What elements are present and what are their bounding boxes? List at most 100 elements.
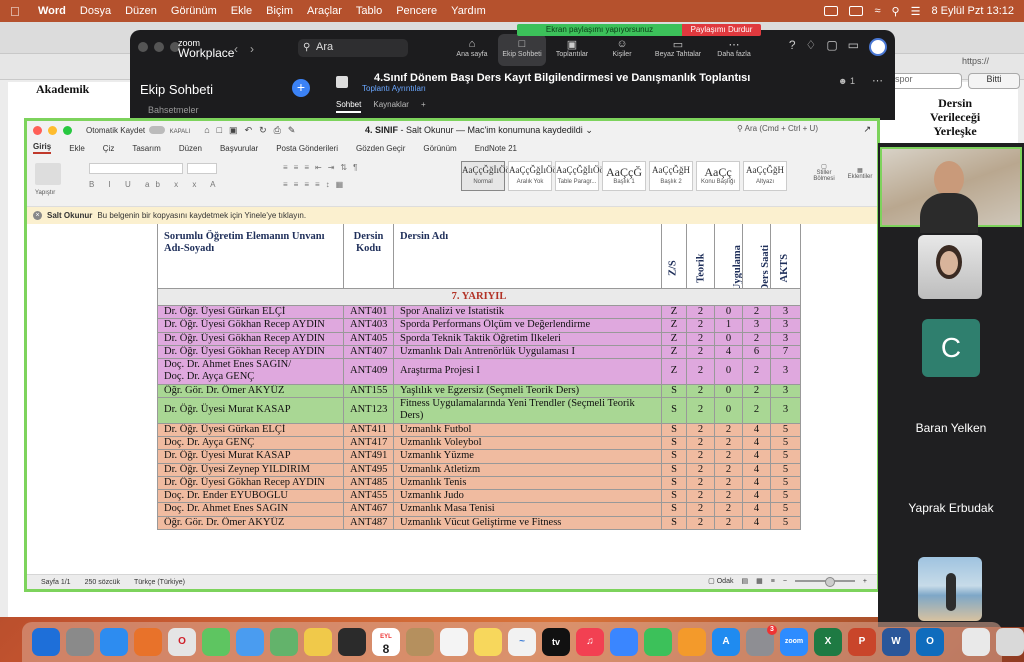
- menu-item-file[interactable]: Dosya: [80, 5, 111, 17]
- menu-item-tools[interactable]: Araçlar: [307, 5, 342, 17]
- style-title[interactable]: AaÇç Konu Başlığı: [696, 161, 740, 191]
- add-tab-icon[interactable]: +: [421, 100, 426, 113]
- align-buttons[interactable]: ≡≡≡≡↕▦: [283, 180, 349, 189]
- nav-home[interactable]: ⌂ Ana sayfa: [448, 34, 496, 66]
- word-search-input[interactable]: ⚲ Ara (Cmd + Ctrl + U): [737, 124, 818, 133]
- mail-icon[interactable]: [236, 628, 264, 656]
- language-indicator[interactable]: Türkçe (Türkiye): [134, 579, 185, 586]
- contacts-icon[interactable]: [406, 628, 434, 656]
- close-icon[interactable]: ×: [33, 211, 42, 220]
- keynote-icon[interactable]: [610, 628, 638, 656]
- meeting-details-link[interactable]: Toplantı Ayrıntıları: [362, 84, 426, 93]
- style-no-spacing[interactable]: AaÇçĞğİıÖö Aralık Yok: [508, 161, 557, 191]
- tab-references[interactable]: Başvurular: [220, 144, 258, 153]
- tab-draw[interactable]: Çiz: [103, 144, 115, 153]
- apple-tv-icon[interactable]: tv: [542, 628, 570, 656]
- menu-item-window[interactable]: Pencere: [396, 5, 437, 17]
- zoom-slider[interactable]: [794, 577, 855, 587]
- close-window-dot[interactable]: [138, 42, 148, 52]
- zoom-window-dot[interactable]: [63, 125, 72, 135]
- excel-icon[interactable]: X: [814, 628, 842, 656]
- tab-view[interactable]: Görünüm: [423, 144, 456, 153]
- bookmark-icon[interactable]: ▢: [826, 38, 837, 56]
- nav-more[interactable]: ⋯ Daha fazla: [710, 34, 758, 66]
- addins-button[interactable]: ▦ Eklentiler: [845, 167, 875, 180]
- participant-avatar-c[interactable]: C: [922, 319, 980, 377]
- word-icon[interactable]: W: [882, 628, 910, 656]
- paste-button[interactable]: [35, 163, 61, 185]
- search-icon[interactable]: ⚲: [892, 5, 900, 18]
- messages-icon[interactable]: [202, 628, 230, 656]
- photos-icon[interactable]: [304, 628, 332, 656]
- quick-access-icons[interactable]: ⌂□▣↶↻⎙✎: [204, 125, 302, 136]
- find-done-button[interactable]: Bitti: [968, 73, 1020, 89]
- participant-count[interactable]: ☻ 1: [838, 76, 855, 86]
- outlook-icon[interactable]: O: [916, 628, 944, 656]
- safari-icon[interactable]: [100, 628, 128, 656]
- tab-resources[interactable]: Kaynaklar: [373, 100, 409, 113]
- participant-photo[interactable]: [918, 235, 982, 299]
- mentions-item[interactable]: Bahsetmeler: [148, 105, 199, 115]
- menu-item-edit[interactable]: Düzen: [125, 5, 157, 17]
- music-icon[interactable]: ♫: [576, 628, 604, 656]
- menu-item-table[interactable]: Tablo: [356, 5, 382, 17]
- document-page[interactable]: Sorumlu Öğretim Elemanın Unvanı Adı-Soya…: [27, 224, 877, 574]
- zoom-status-icon[interactable]: [824, 6, 839, 16]
- outline-icon[interactable]: ≡: [771, 578, 775, 585]
- tab-layout[interactable]: Düzen: [179, 144, 202, 153]
- autosave-toggle[interactable]: Otomatik Kaydet KAPALI: [86, 126, 190, 135]
- freeform-icon[interactable]: ~: [508, 628, 536, 656]
- maps-icon[interactable]: [270, 628, 298, 656]
- pages-icon[interactable]: [678, 628, 706, 656]
- control-center-icon[interactable]: ☰: [911, 5, 921, 18]
- readonly-message[interactable]: Bu belgenin bir kopyasını kaydetmek için…: [97, 211, 306, 220]
- bell-icon[interactable]: ♢: [806, 38, 817, 56]
- numbers-icon[interactable]: [644, 628, 672, 656]
- menu-app-name[interactable]: Word: [38, 5, 66, 17]
- zoom-search-input[interactable]: ⚲ Ara: [298, 39, 408, 57]
- tab-chat[interactable]: Sohbet: [336, 100, 362, 113]
- self-video-tile[interactable]: [880, 147, 1022, 233]
- tab-home[interactable]: Giriş: [33, 142, 52, 154]
- tab-mailings[interactable]: Posta Gönderileri: [276, 144, 338, 153]
- menu-item-help[interactable]: Yardım: [451, 5, 486, 17]
- word-count[interactable]: 250 sözcük: [85, 579, 120, 586]
- tab-review[interactable]: Gözden Geçir: [356, 144, 405, 153]
- share-icon[interactable]: ↗: [863, 124, 871, 135]
- minimize-window-dot[interactable]: [48, 125, 57, 135]
- focus-mode-button[interactable]: ▢ Odak: [708, 577, 733, 585]
- notes-icon[interactable]: [474, 628, 502, 656]
- close-window-dot[interactable]: [33, 125, 42, 135]
- nav-whiteboards[interactable]: ▭ Beyaz Tahtalar: [648, 34, 708, 66]
- app-store-icon[interactable]: A: [712, 628, 740, 656]
- style-heading-1[interactable]: AaÇçĞ Başlık 1: [602, 161, 646, 191]
- help-icon[interactable]: ?: [789, 38, 796, 56]
- settings-icon[interactable]: 3: [746, 625, 777, 656]
- menu-item-insert[interactable]: Ekle: [231, 5, 252, 17]
- tab-insert[interactable]: Ekle: [69, 144, 85, 153]
- calendar-icon[interactable]: EYL 8: [372, 628, 400, 656]
- finder-icon[interactable]: [32, 628, 60, 656]
- style-heading-2[interactable]: AaÇçĞğH Başlık 2: [649, 161, 693, 191]
- style-table-paragraph[interactable]: AaÇçĞğİıÖö Table Paragr...: [555, 161, 604, 191]
- participant-photo[interactable]: [918, 557, 982, 621]
- history-arrows[interactable]: ‹›: [234, 42, 266, 56]
- zoom-app-icon[interactable]: zoom: [780, 628, 808, 656]
- stop-share-button[interactable]: Paylaşımı Durdur: [682, 24, 761, 36]
- window-icon[interactable]: ▭: [848, 38, 859, 56]
- new-chat-button[interactable]: +: [292, 79, 310, 97]
- zoom-out-icon[interactable]: −: [783, 578, 787, 585]
- nav-meetings[interactable]: ▣ Toplantılar: [548, 34, 596, 66]
- format-buttons[interactable]: B I U ab x x A: [89, 180, 221, 189]
- more-icon[interactable]: ⋯: [872, 74, 883, 87]
- launchpad-icon[interactable]: [66, 628, 94, 656]
- wifi-icon[interactable]: ≈: [874, 5, 880, 17]
- style-normal[interactable]: AaÇçĞğİıÖö Normal: [461, 161, 510, 191]
- browser-url[interactable]: https://: [962, 56, 989, 66]
- print-layout-icon[interactable]: ▤: [741, 577, 748, 585]
- menu-item-format[interactable]: Biçim: [266, 5, 293, 17]
- clock[interactable]: 8 Eylül Pzt 13:12: [931, 5, 1014, 17]
- font-size-select[interactable]: [187, 163, 217, 174]
- tab-design[interactable]: Tasarım: [132, 144, 160, 153]
- font-name-select[interactable]: [89, 163, 183, 174]
